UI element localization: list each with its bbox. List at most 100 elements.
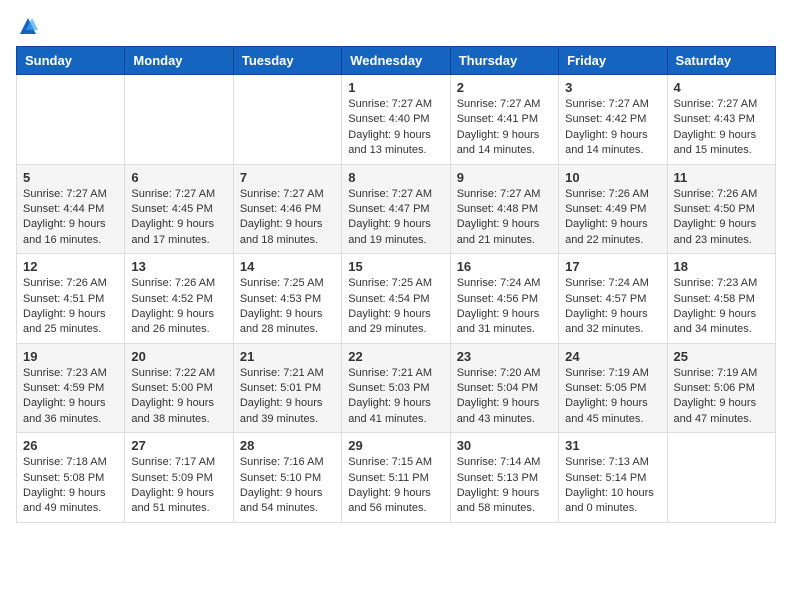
day-info: Sunrise: 7:19 AM Sunset: 5:06 PM Dayligh… <box>674 366 769 428</box>
calendar-cell: 15 Sunrise: 7:25 AM Sunset: 4:54 PM Dayli… <box>342 254 450 344</box>
day-number: 14 <box>240 259 335 274</box>
day-number: 28 <box>240 438 335 453</box>
day-info: Sunrise: 7:27 AM Sunset: 4:40 PM Dayligh… <box>348 97 443 159</box>
calendar-week-row: 19 Sunrise: 7:23 AM Sunset: 4:59 PM Dayli… <box>17 343 776 433</box>
day-info: Sunrise: 7:20 AM Sunset: 5:04 PM Dayligh… <box>457 366 552 428</box>
calendar-cell: 11Sunrise: 7:26 AM Sunset: 4:50 PM Dayli… <box>667 164 775 254</box>
day-number: 16 <box>457 259 552 274</box>
day-of-week-header: Tuesday <box>233 47 341 75</box>
day-info: Sunrise: 7:23 AM Sunset: 4:59 PM Dayligh… <box>23 366 118 428</box>
day-number: 4 <box>674 80 769 95</box>
day-number: 17 <box>565 259 660 274</box>
day-number: 9 <box>457 170 552 185</box>
calendar-cell: 28 Sunrise: 7:16 AM Sunset: 5:10 PM Dayli… <box>233 433 341 523</box>
calendar-cell: 31Sunrise: 7:13 AM Sunset: 5:14 PM Dayli… <box>559 433 667 523</box>
calendar-cell: 23 Sunrise: 7:20 AM Sunset: 5:04 PM Dayli… <box>450 343 558 433</box>
day-info: Sunrise: 7:27 AM Sunset: 4:43 PM Dayligh… <box>674 97 769 159</box>
day-info: Sunrise: 7:19 AM Sunset: 5:05 PM Dayligh… <box>565 366 660 428</box>
calendar-week-row: 12 Sunrise: 7:26 AM Sunset: 4:51 PM Dayli… <box>17 254 776 344</box>
page-header <box>16 16 776 36</box>
day-info: Sunrise: 7:22 AM Sunset: 5:00 PM Dayligh… <box>131 366 226 428</box>
day-info: Sunrise: 7:13 AM Sunset: 5:14 PM Dayligh… <box>565 455 660 517</box>
day-info: Sunrise: 7:17 AM Sunset: 5:09 PM Dayligh… <box>131 455 226 517</box>
day-number: 27 <box>131 438 226 453</box>
calendar-cell: 4 Sunrise: 7:27 AM Sunset: 4:43 PM Daylig… <box>667 75 775 165</box>
day-info: Sunrise: 7:27 AM Sunset: 4:45 PM Dayligh… <box>131 187 226 249</box>
day-number: 24 <box>565 349 660 364</box>
calendar-cell: 14Sunrise: 7:25 AM Sunset: 4:53 PM Dayli… <box>233 254 341 344</box>
day-number: 12 <box>23 259 118 274</box>
calendar-cell: 17 Sunrise: 7:24 AM Sunset: 4:57 PM Dayli… <box>559 254 667 344</box>
day-number: 2 <box>457 80 552 95</box>
day-info: Sunrise: 7:27 AM Sunset: 4:48 PM Dayligh… <box>457 187 552 249</box>
calendar-cell: 3 Sunrise: 7:27 AM Sunset: 4:42 PM Daylig… <box>559 75 667 165</box>
calendar-cell <box>667 433 775 523</box>
calendar-cell: 9 Sunrise: 7:27 AM Sunset: 4:48 PM Daylig… <box>450 164 558 254</box>
calendar-cell <box>17 75 125 165</box>
calendar-cell: 16 Sunrise: 7:24 AM Sunset: 4:56 PM Dayli… <box>450 254 558 344</box>
day-of-week-header: Sunday <box>17 47 125 75</box>
calendar-cell: 19 Sunrise: 7:23 AM Sunset: 4:59 PM Dayli… <box>17 343 125 433</box>
day-info: Sunrise: 7:26 AM Sunset: 4:49 PM Dayligh… <box>565 187 660 249</box>
day-info: Sunrise: 7:27 AM Sunset: 4:47 PM Dayligh… <box>348 187 443 249</box>
day-info: Sunrise: 7:15 AM Sunset: 5:11 PM Dayligh… <box>348 455 443 517</box>
day-number: 29 <box>348 438 443 453</box>
day-info: Sunrise: 7:24 AM Sunset: 4:57 PM Dayligh… <box>565 276 660 338</box>
day-number: 25 <box>674 349 769 364</box>
calendar-week-row: 1 Sunrise: 7:27 AM Sunset: 4:40 PM Daylig… <box>17 75 776 165</box>
day-number: 11 <box>674 170 769 185</box>
calendar-cell: 10 Sunrise: 7:26 AM Sunset: 4:49 PM Dayli… <box>559 164 667 254</box>
day-info: Sunrise: 7:27 AM Sunset: 4:42 PM Dayligh… <box>565 97 660 159</box>
day-info: Sunrise: 7:26 AM Sunset: 4:51 PM Dayligh… <box>23 276 118 338</box>
calendar-cell: 13 Sunrise: 7:26 AM Sunset: 4:52 PM Dayli… <box>125 254 233 344</box>
calendar-table: SundayMondayTuesdayWednesdayThursdayFrid… <box>16 46 776 523</box>
logo <box>16 16 40 36</box>
day-info: Sunrise: 7:23 AM Sunset: 4:58 PM Dayligh… <box>674 276 769 338</box>
day-number: 21 <box>240 349 335 364</box>
day-of-week-header: Wednesday <box>342 47 450 75</box>
day-number: 18 <box>674 259 769 274</box>
calendar-cell: 22 Sunrise: 7:21 AM Sunset: 5:03 PM Dayli… <box>342 343 450 433</box>
day-info: Sunrise: 7:21 AM Sunset: 5:03 PM Dayligh… <box>348 366 443 428</box>
day-info: Sunrise: 7:26 AM Sunset: 4:52 PM Dayligh… <box>131 276 226 338</box>
calendar-cell: 18 Sunrise: 7:23 AM Sunset: 4:58 PM Dayli… <box>667 254 775 344</box>
calendar-cell: 21 Sunrise: 7:21 AM Sunset: 5:01 PM Dayli… <box>233 343 341 433</box>
day-of-week-header: Friday <box>559 47 667 75</box>
day-info: Sunrise: 7:16 AM Sunset: 5:10 PM Dayligh… <box>240 455 335 517</box>
day-info: Sunrise: 7:27 AM Sunset: 4:46 PM Dayligh… <box>240 187 335 249</box>
calendar-cell: 26Sunrise: 7:18 AM Sunset: 5:08 PM Dayli… <box>17 433 125 523</box>
calendar-cell: 6 Sunrise: 7:27 AM Sunset: 4:45 PM Daylig… <box>125 164 233 254</box>
day-info: Sunrise: 7:27 AM Sunset: 4:44 PM Dayligh… <box>23 187 118 249</box>
day-number: 30 <box>457 438 552 453</box>
day-info: Sunrise: 7:14 AM Sunset: 5:13 PM Dayligh… <box>457 455 552 517</box>
day-info: Sunrise: 7:24 AM Sunset: 4:56 PM Dayligh… <box>457 276 552 338</box>
day-number: 5 <box>23 170 118 185</box>
calendar-cell <box>233 75 341 165</box>
day-number: 22 <box>348 349 443 364</box>
day-number: 10 <box>565 170 660 185</box>
day-info: Sunrise: 7:27 AM Sunset: 4:41 PM Dayligh… <box>457 97 552 159</box>
day-number: 23 <box>457 349 552 364</box>
calendar-cell: 2 Sunrise: 7:27 AM Sunset: 4:41 PM Daylig… <box>450 75 558 165</box>
calendar-cell: 12 Sunrise: 7:26 AM Sunset: 4:51 PM Dayli… <box>17 254 125 344</box>
day-of-week-header: Saturday <box>667 47 775 75</box>
day-of-week-header: Thursday <box>450 47 558 75</box>
day-number: 20 <box>131 349 226 364</box>
day-of-week-header: Monday <box>125 47 233 75</box>
calendar-cell: 29 Sunrise: 7:15 AM Sunset: 5:11 PM Dayli… <box>342 433 450 523</box>
calendar-week-row: 5 Sunrise: 7:27 AM Sunset: 4:44 PM Daylig… <box>17 164 776 254</box>
calendar-cell: 25 Sunrise: 7:19 AM Sunset: 5:06 PM Dayli… <box>667 343 775 433</box>
day-number: 7 <box>240 170 335 185</box>
day-number: 8 <box>348 170 443 185</box>
calendar-cell <box>125 75 233 165</box>
day-number: 6 <box>131 170 226 185</box>
day-info: Sunrise: 7:25 AM Sunset: 4:54 PM Dayligh… <box>348 276 443 338</box>
day-number: 3 <box>565 80 660 95</box>
day-number: 19 <box>23 349 118 364</box>
calendar-cell: 7 Sunrise: 7:27 AM Sunset: 4:46 PM Daylig… <box>233 164 341 254</box>
day-number: 13 <box>131 259 226 274</box>
day-number: 15 <box>348 259 443 274</box>
logo-icon <box>18 16 38 36</box>
day-info: Sunrise: 7:21 AM Sunset: 5:01 PM Dayligh… <box>240 366 335 428</box>
day-number: 1 <box>348 80 443 95</box>
